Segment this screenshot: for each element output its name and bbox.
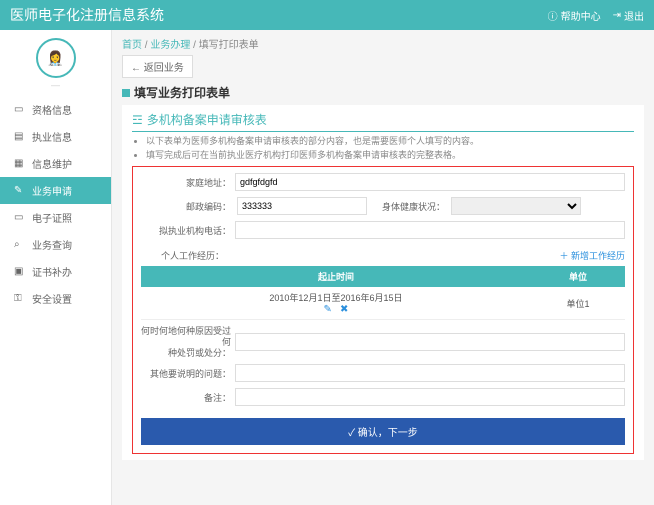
doc-icon: ▤ bbox=[14, 131, 24, 142]
input-remark[interactable] bbox=[235, 388, 625, 406]
row-postcode: 邮政编码： 身体健康状况： bbox=[141, 197, 625, 215]
select-health[interactable] bbox=[451, 197, 581, 215]
nav-label: 安全设置 bbox=[32, 291, 72, 306]
crumb-home[interactable]: 首页 bbox=[122, 40, 142, 51]
label-remark: 备注： bbox=[141, 391, 231, 404]
cell-unit: 单位1 bbox=[531, 287, 625, 320]
input-punish[interactable] bbox=[235, 333, 625, 351]
license-icon: ▭ bbox=[14, 212, 24, 223]
sidebar: 👩‍⚕️ — ▭ 资格信息 ▤ 执业信息 ▦ 信息维护 ✎ 业务申请 ▭ 电子证照 ⌕ 业务… bbox=[0, 30, 112, 505]
label-punish-1: 何时何地何种原因受过何 bbox=[141, 326, 231, 348]
logout-link[interactable]: ⇥ 退出 bbox=[613, 8, 644, 23]
app-title: 医师电子化注册信息系统 bbox=[10, 5, 548, 25]
nav-label: 证书补办 bbox=[32, 264, 72, 279]
nav-label: 业务申请 bbox=[32, 183, 72, 198]
back-button[interactable]: ← 返回业务 bbox=[122, 55, 193, 78]
container: 👩‍⚕️ — ▭ 资格信息 ▤ 执业信息 ▦ 信息维护 ✎ 业务申请 ▭ 电子证照 ⌕ 业务… bbox=[0, 30, 654, 505]
sidebar-item-qualify[interactable]: ▭ 资格信息 bbox=[0, 96, 111, 123]
edit-icon[interactable]: ✎ bbox=[324, 304, 332, 315]
nurse-icon: 👩‍⚕️ bbox=[47, 50, 64, 67]
label-punish-2: 种处罚或处分： bbox=[141, 348, 231, 359]
label-health: 身体健康状况： bbox=[373, 200, 445, 213]
label-punish: 何时何地何种原因受过何 种处罚或处分： bbox=[141, 326, 231, 358]
tip-b: 填写完成后可在当前执业医疗机构打印医师多机构备案申请审核表的完整表格。 bbox=[146, 149, 634, 163]
col-unit: 单位 bbox=[531, 266, 625, 287]
search-icon: ⌕ bbox=[14, 239, 24, 250]
crumb-current: 填写打印表单 bbox=[199, 40, 259, 51]
card-title-text: 多机构备案申请审核表 bbox=[147, 111, 267, 128]
avatar: 👩‍⚕️ bbox=[36, 38, 76, 78]
card-icon: ▭ bbox=[14, 104, 24, 115]
exp-table: 起止时间 单位 2010年12月1日至2016年6月15日 ✎ ✖ 单位1 bbox=[141, 266, 625, 320]
section-title-text: 填写业务打印表单 bbox=[134, 84, 230, 101]
help-icon: ⓘ bbox=[548, 8, 558, 23]
logout-text: 退出 bbox=[624, 8, 644, 23]
crumb-biz[interactable]: 业务办理 bbox=[150, 40, 190, 51]
sidebar-item-maintain[interactable]: ▦ 信息维护 bbox=[0, 150, 111, 177]
avatar-sub: — bbox=[0, 80, 111, 90]
header-links: ⓘ 帮助中心 ⇥ 退出 bbox=[548, 8, 644, 23]
label-phone: 拟执业机构电话： bbox=[141, 224, 231, 237]
sidebar-item-elicense[interactable]: ▭ 电子证照 bbox=[0, 204, 111, 231]
input-home-addr[interactable] bbox=[235, 173, 625, 191]
card: ☲ 多机构备案申请审核表 以下表单为医师多机构备案申请审核表的部分内容，也是需要… bbox=[122, 105, 644, 460]
label-other: 其他要说明的问题： bbox=[141, 367, 231, 380]
input-other[interactable] bbox=[235, 364, 625, 382]
help-text: 帮助中心 bbox=[561, 8, 601, 23]
label-postcode: 邮政编码： bbox=[141, 200, 231, 213]
row-phone: 拟执业机构电话： bbox=[141, 221, 625, 239]
tips: 以下表单为医师多机构备案申请审核表的部分内容，也是需要医师个人填写的内容。 填写… bbox=[132, 135, 634, 162]
reissue-icon: ▣ bbox=[14, 266, 24, 277]
nav-label: 信息维护 bbox=[32, 156, 72, 171]
row-other: 其他要说明的问题： bbox=[141, 364, 625, 382]
form-icon: ☲ bbox=[132, 113, 143, 127]
cell-time: 2010年12月1日至2016年6月15日 bbox=[147, 291, 525, 304]
breadcrumb: 首页 / 业务办理 / 填写打印表单 bbox=[122, 36, 644, 51]
lock-icon: ⚿ bbox=[14, 293, 24, 304]
row-remark: 备注： bbox=[141, 388, 625, 406]
input-postcode[interactable] bbox=[237, 197, 367, 215]
row-actions: ✎ ✖ bbox=[324, 304, 349, 315]
tip-a: 以下表单为医师多机构备案申请审核表的部分内容，也是需要医师个人填写的内容。 bbox=[146, 135, 634, 149]
app-header: 医师电子化注册信息系统 ⓘ 帮助中心 ⇥ 退出 bbox=[0, 0, 654, 30]
label-home-addr: 家庭地址： bbox=[141, 176, 231, 189]
gear-icon: ▦ bbox=[14, 158, 24, 169]
row-punish: 何时何地何种原因受过何 种处罚或处分： bbox=[141, 326, 625, 358]
apply-icon: ✎ bbox=[14, 185, 24, 196]
delete-icon[interactable]: ✖ bbox=[340, 304, 348, 315]
exp-title: 个人工作经历： bbox=[161, 251, 224, 261]
add-exp-link[interactable]: ＋ 新增工作经历 bbox=[559, 249, 625, 262]
help-link[interactable]: ⓘ 帮助中心 bbox=[548, 8, 601, 23]
logout-icon: ⇥ bbox=[613, 10, 621, 21]
main: 首页 / 业务办理 / 填写打印表单 ← 返回业务 填写业务打印表单 ☲ 多机构… bbox=[112, 30, 654, 505]
nav-label: 业务查询 bbox=[32, 237, 72, 252]
form-area: 家庭地址： 邮政编码： 身体健康状况： 拟执业机构电话： 个人工作经历： ＋ 新… bbox=[132, 166, 634, 454]
input-phone[interactable] bbox=[235, 221, 625, 239]
exp-title-row: 个人工作经历： ＋ 新增工作经历 bbox=[141, 245, 625, 266]
card-header: ☲ 多机构备案申请审核表 bbox=[132, 111, 634, 132]
sidebar-item-reissue[interactable]: ▣ 证书补办 bbox=[0, 258, 111, 285]
section-title: 填写业务打印表单 bbox=[122, 84, 644, 101]
nav-label: 电子证照 bbox=[32, 210, 72, 225]
sidebar-item-query[interactable]: ⌕ 业务查询 bbox=[0, 231, 111, 258]
row-home-addr: 家庭地址： bbox=[141, 173, 625, 191]
table-row: 2010年12月1日至2016年6月15日 ✎ ✖ 单位1 bbox=[141, 287, 625, 320]
confirm-button[interactable]: ✓ 确认，下一步 bbox=[141, 418, 625, 445]
sidebar-item-security[interactable]: ⚿ 安全设置 bbox=[0, 285, 111, 312]
col-time: 起止时间 bbox=[141, 266, 531, 287]
nav-label: 资格信息 bbox=[32, 102, 72, 117]
square-icon bbox=[122, 89, 130, 97]
nav-label: 执业信息 bbox=[32, 129, 72, 144]
avatar-zone: 👩‍⚕️ — bbox=[0, 30, 111, 96]
sidebar-item-apply[interactable]: ✎ 业务申请 bbox=[0, 177, 111, 204]
sidebar-item-practice[interactable]: ▤ 执业信息 bbox=[0, 123, 111, 150]
